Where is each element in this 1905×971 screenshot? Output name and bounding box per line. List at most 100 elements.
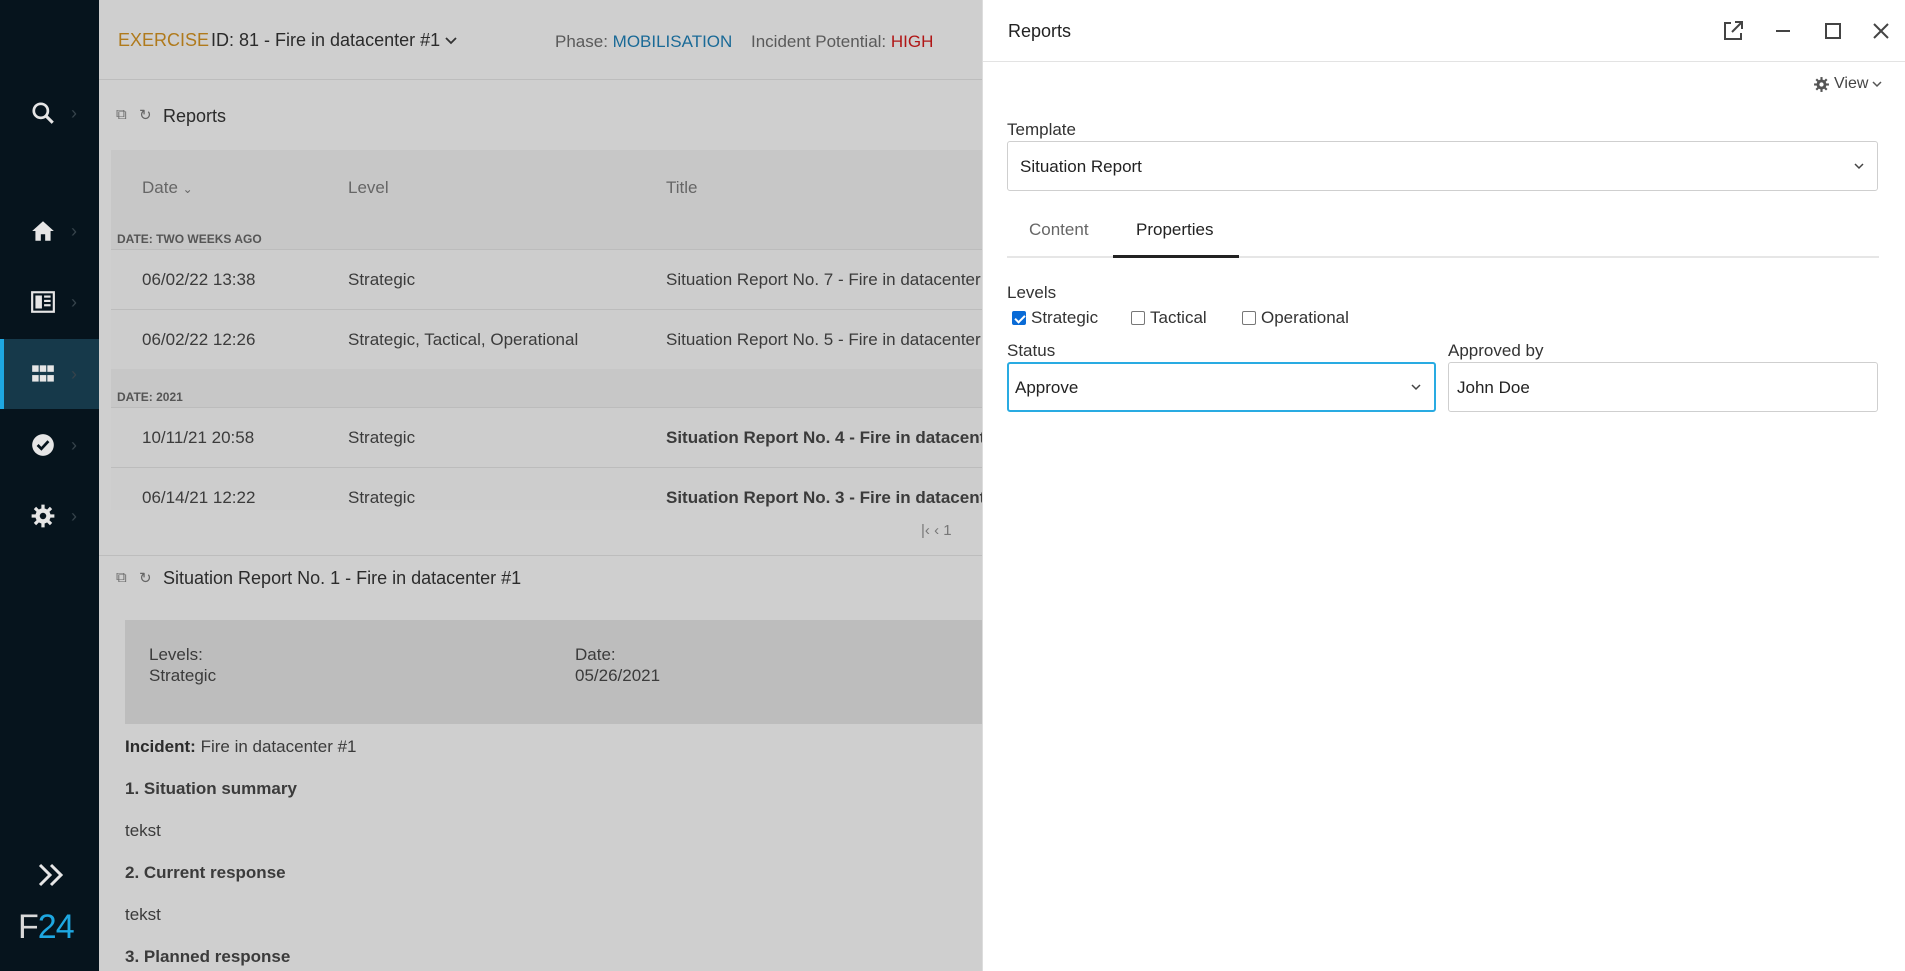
search-icon [32, 102, 54, 124]
section-heading: 1. Situation summary [125, 779, 297, 798]
level-strategic-checkbox[interactable]: Strategic [1012, 308, 1098, 328]
column-title[interactable]: Title [666, 178, 698, 198]
template-select[interactable]: Situation Report [1007, 141, 1878, 191]
chevron-down-icon [1854, 163, 1864, 170]
checkbox-unchecked[interactable] [1131, 311, 1145, 325]
chevron-down-icon [1411, 384, 1421, 391]
double-chevron-right-icon[interactable] [36, 862, 66, 888]
approved-by-value: John Doe [1457, 378, 1530, 397]
nav-board[interactable]: › [0, 267, 99, 337]
level-operational-checkbox[interactable]: Operational [1242, 308, 1349, 328]
column-level[interactable]: Level [348, 178, 389, 198]
row-date: 06/02/22 13:38 [142, 270, 256, 289]
levels-label: Levels: [149, 645, 203, 664]
maximize-icon[interactable] [1821, 19, 1845, 43]
dialog-header: Reports [983, 0, 1905, 62]
view-label: View [1834, 75, 1869, 92]
levels-label: Levels [1007, 283, 1057, 302]
chevron-down-icon [445, 37, 457, 45]
open-external-icon[interactable]: ⧉ [116, 106, 127, 123]
nav-tasks[interactable]: › [0, 410, 99, 480]
levels-value: Strategic [149, 666, 217, 685]
date-value: 05/26/2021 [575, 666, 661, 685]
nav-home[interactable]: › [0, 196, 99, 266]
approved-by-input[interactable]: John Doe [1448, 362, 1878, 412]
detail-title: Situation Report No. 1 - Fire in datacen… [163, 568, 522, 588]
chevron-right-icon: › [71, 220, 77, 241]
phase-status: Phase: MOBILISATION [555, 32, 733, 51]
chevron-right-icon: › [71, 291, 77, 312]
row-level: Strategic [348, 488, 416, 507]
reports-section-title: Reports [163, 106, 227, 126]
gear-icon [1814, 76, 1829, 92]
exercise-label: EXERCISE [118, 30, 210, 50]
minimize-icon[interactable] [1771, 19, 1795, 43]
table-row[interactable]: 06/14/21 12:22 Strategic Situation Repor… [111, 467, 982, 510]
chevron-right-icon: › [71, 363, 77, 384]
group-header: DATE: 2021 [117, 390, 183, 404]
page-number[interactable]: 1 [943, 522, 951, 539]
grid-icon [32, 365, 54, 382]
report-info-box [125, 620, 982, 724]
f24-logo: F24 [18, 908, 75, 946]
refresh-icon[interactable]: ↻ [139, 106, 152, 124]
row-title: Situation Report No. 3 - Fire in datacen… [666, 488, 982, 507]
chevron-down-icon [1872, 81, 1882, 88]
table-row[interactable]: 06/02/22 13:38 Strategic Situation Repor… [111, 249, 982, 309]
column-date[interactable]: Date ⌄ [142, 178, 193, 198]
pagination: |‹ ‹ 1 [921, 522, 952, 539]
level-tactical-checkbox[interactable]: Tactical [1131, 308, 1207, 328]
open-external-icon[interactable] [1721, 19, 1745, 43]
table-row[interactable]: 10/11/21 20:58 Strategic Situation Repor… [111, 407, 982, 467]
table-row[interactable]: 06/02/22 12:26 Strategic, Tactical, Oper… [111, 309, 982, 369]
incident-line: Incident: Fire in datacenter #1 [125, 737, 357, 756]
report-detail [99, 555, 982, 971]
approved-by-label: Approved by [1448, 341, 1544, 360]
row-date: 06/02/22 12:26 [142, 330, 256, 349]
chevron-right-icon: › [71, 505, 77, 526]
left-navigation: › › › › › › F24 [0, 0, 99, 971]
group-header: DATE: TWO WEEKS AGO [117, 232, 262, 246]
check-circle-icon [32, 434, 54, 456]
incident-selector[interactable]: ID: 81 - Fire in datacenter #1 [211, 30, 457, 51]
incident-potential: Incident Potential: HIGH [751, 32, 934, 51]
home-icon [32, 221, 54, 241]
open-external-icon[interactable]: ⧉ [116, 569, 127, 586]
chevron-right-icon: › [71, 434, 77, 455]
refresh-icon[interactable]: ↻ [139, 569, 152, 587]
template-label: Template [1007, 120, 1076, 139]
section-text: tekst [125, 905, 161, 924]
row-level: Strategic [348, 428, 416, 447]
gear-icon [31, 504, 55, 528]
nav-apps[interactable]: › [0, 339, 99, 409]
chevron-right-icon: › [71, 102, 77, 123]
checkbox-checked[interactable] [1012, 311, 1026, 325]
incident-topbar: EXERCISE ID: 81 - Fire in datacenter #1 … [99, 0, 982, 80]
section-heading: 2. Current response [125, 863, 286, 882]
board-icon [31, 291, 55, 313]
section-heading: 3. Planned response [125, 947, 291, 966]
checkbox-label: Tactical [1150, 308, 1207, 327]
main-content: EXERCISE ID: 81 - Fire in datacenter #1 … [99, 0, 982, 971]
tab-content[interactable]: Content [1029, 220, 1089, 240]
dialog-tabs: Content Properties [1007, 210, 1879, 258]
template-value: Situation Report [1020, 157, 1142, 176]
checkbox-unchecked[interactable] [1242, 311, 1256, 325]
checkbox-label: Strategic [1031, 308, 1099, 327]
close-icon[interactable] [1869, 19, 1893, 43]
date-label: Date: [575, 645, 616, 664]
prev-page-icon[interactable]: ‹ [934, 522, 939, 539]
row-title: Situation Report No. 4 - Fire in datacen… [666, 428, 982, 447]
view-menu-button[interactable]: View [1813, 75, 1882, 93]
first-page-icon[interactable]: |‹ [921, 522, 930, 539]
status-select[interactable]: Approve [1007, 362, 1436, 412]
sort-desc-icon: ⌄ [182, 182, 193, 196]
checkbox-label: Operational [1261, 308, 1349, 327]
dialog-title: Reports [1008, 21, 1072, 41]
section-text: tekst [125, 821, 161, 840]
tab-properties[interactable]: Properties [1136, 220, 1213, 240]
status-value: Approve [1015, 378, 1079, 397]
status-label: Status [1007, 341, 1056, 360]
nav-settings[interactable]: › [0, 481, 99, 551]
nav-search[interactable]: › [0, 78, 99, 148]
